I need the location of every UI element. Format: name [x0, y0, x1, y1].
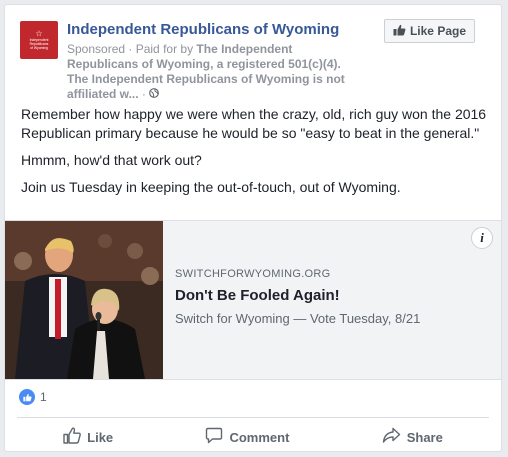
link-info[interactable]: SWITCHFORWYOMING.ORG Don't Be Fooled Aga…: [175, 268, 485, 326]
sponsored-label[interactable]: Sponsored: [67, 42, 125, 56]
link-description: Switch for Wyoming — Vote Tuesday, 8/21: [175, 311, 421, 326]
comment-icon: [205, 427, 223, 447]
thumbs-up-icon: [63, 427, 82, 447]
reaction-count: 1: [40, 390, 47, 404]
paid-for-prefix: · Paid for by: [125, 42, 197, 56]
page-logo[interactable]: ☆ Independent Republicans of Wyoming: [20, 21, 58, 59]
post-actions: Like Comment Share: [17, 423, 489, 451]
like-label: Like: [87, 429, 114, 445]
link-domain: SWITCHFORWYOMING.ORG: [175, 268, 331, 280]
reactions-summary[interactable]: 1: [19, 389, 47, 405]
comment-button[interactable]: Comment: [205, 427, 289, 447]
link-headline[interactable]: Don't Be Fooled Again!: [175, 287, 485, 304]
like-page-label: Like Page: [409, 24, 466, 38]
share-label: Share: [406, 429, 443, 445]
comment-label: Comment: [229, 429, 290, 445]
thumbs-up-icon: [393, 24, 406, 39]
page-name-link[interactable]: Independent Republicans of Wyoming: [67, 21, 339, 38]
sponsored-disclaimer: Sponsored · Paid for by The Independent …: [67, 42, 353, 103]
info-icon[interactable]: i: [471, 227, 493, 249]
post-paragraph: Hmmm, how'd that work out?: [21, 152, 202, 168]
link-preview[interactable]: SWITCHFORWYOMING.ORG Don't Be Fooled Aga…: [5, 220, 501, 380]
post-paragraph: Join us Tuesday in keeping the out-of-to…: [21, 179, 401, 195]
globe-icon: [149, 88, 160, 101]
divider: [17, 417, 489, 418]
like-reaction-icon: [19, 389, 35, 405]
post-header: ☆ Independent Republicans of Wyoming Ind…: [15, 15, 491, 105]
logo-star-icon: ☆: [35, 29, 43, 38]
link-thumbnail-image[interactable]: [5, 221, 163, 379]
share-button[interactable]: Share: [382, 427, 443, 447]
sponsored-post-card: ☆ Independent Republicans of Wyoming Ind…: [4, 4, 502, 452]
share-icon: [382, 427, 401, 447]
post-body: Remember how happy we were when the craz…: [21, 105, 491, 205]
like-button[interactable]: Like: [63, 427, 113, 447]
logo-text-line: of Wyoming: [30, 46, 48, 50]
post-paragraph: Remember how happy we were when the craz…: [21, 106, 487, 141]
separator: ·: [138, 87, 150, 101]
like-page-button[interactable]: Like Page: [383, 19, 475, 43]
